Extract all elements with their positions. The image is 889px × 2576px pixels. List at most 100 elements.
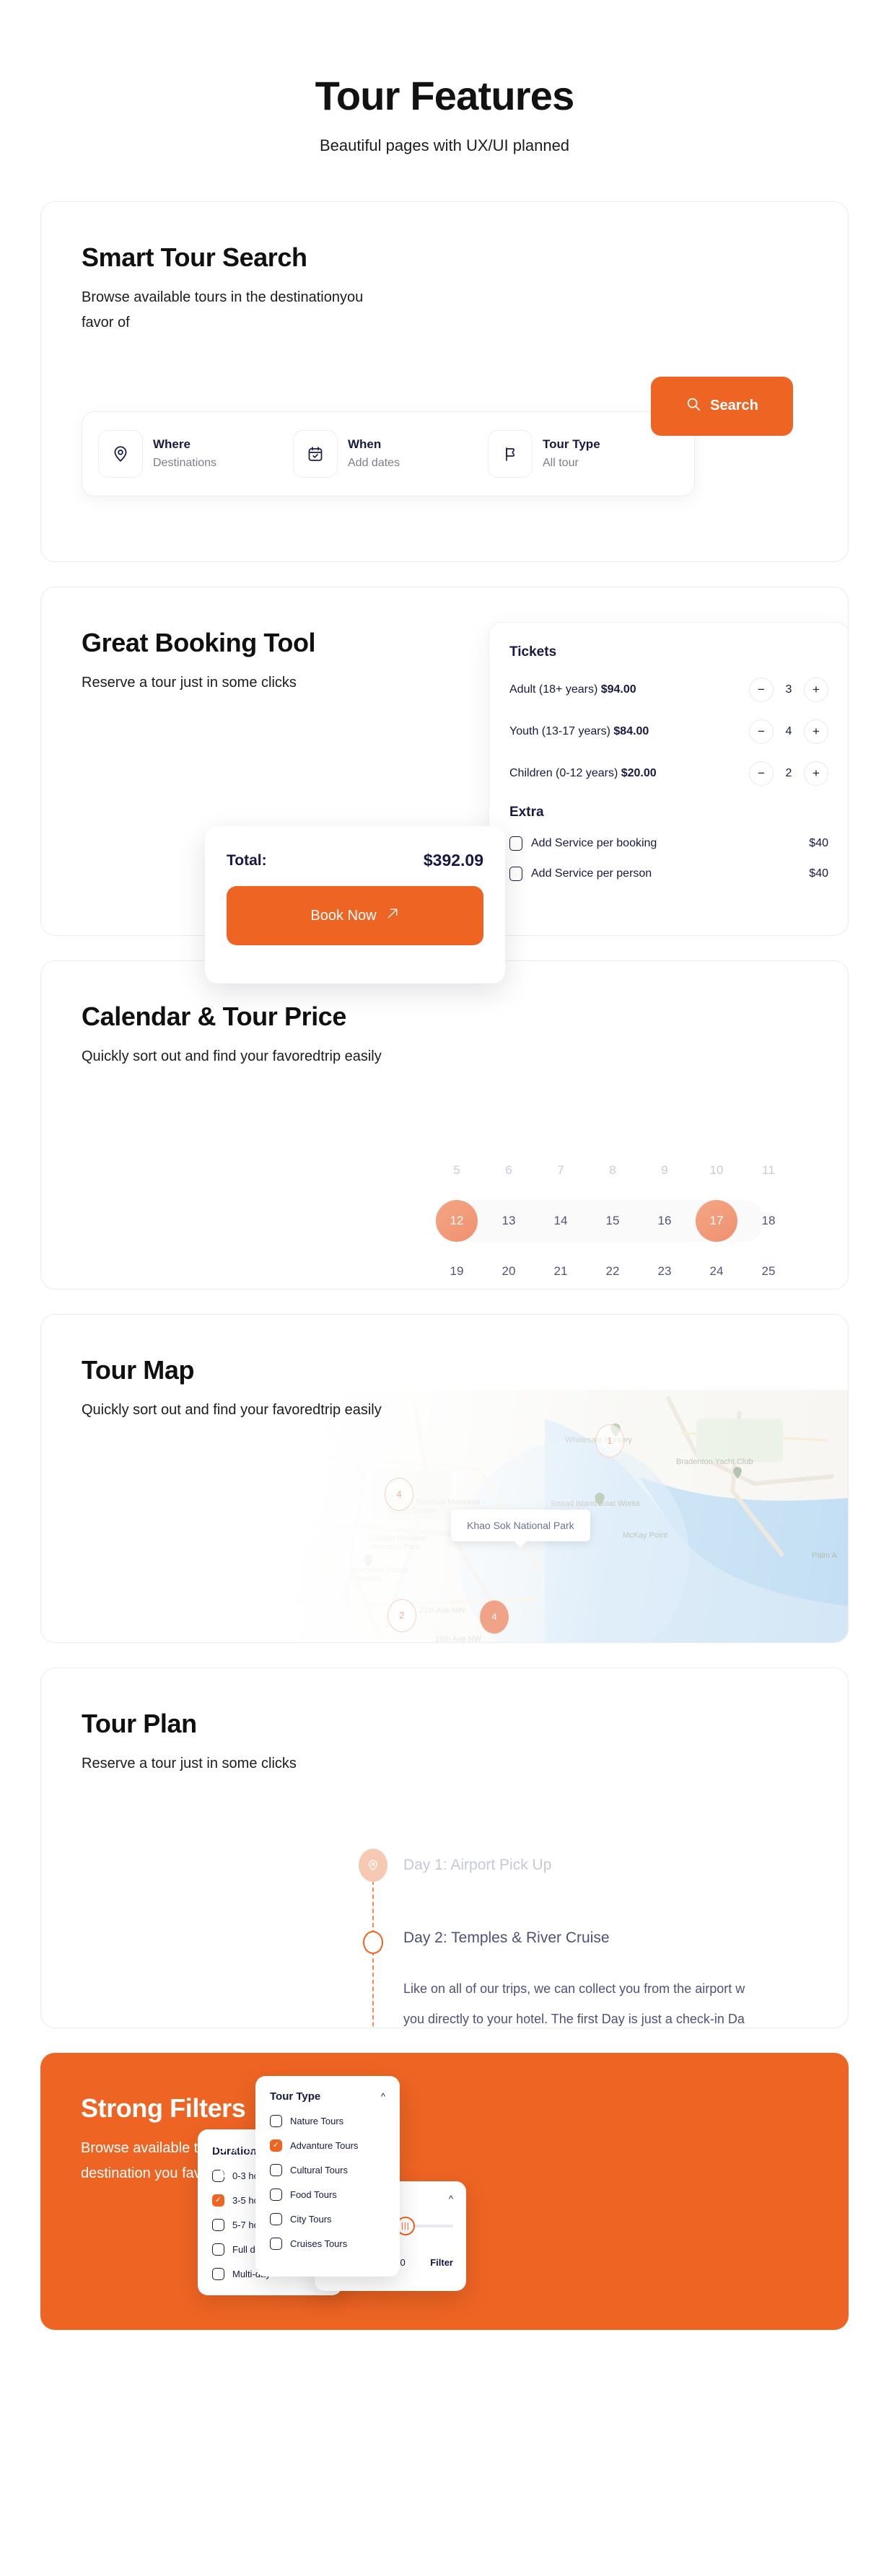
calendar-icon: [293, 429, 338, 478]
calendar-row-selected: 12 13 14 15 16 17 18: [431, 1196, 794, 1246]
calendar-day-start[interactable]: 12: [431, 1196, 483, 1246]
card-title: Tour Plan: [82, 1708, 197, 1738]
checkbox-icon[interactable]: [509, 866, 522, 881]
book-now-button[interactable]: Book Now: [227, 886, 483, 945]
map-marker[interactable]: 4: [385, 1477, 413, 1511]
ticket-name: Children (0-12 years): [509, 766, 621, 779]
ticket-stepper: − 4 +: [749, 719, 828, 744]
calendar-day[interactable]: 6: [483, 1145, 535, 1196]
timeline-item-day2[interactable]: Day 2: Temples & River Cruise Like on al…: [359, 1927, 848, 2028]
page-title: Tour Features: [315, 73, 575, 118]
total-row: Total: $392.09: [227, 851, 483, 870]
calendar-day[interactable]: 18: [743, 1196, 794, 1246]
calendar-day[interactable]: 7: [535, 1145, 587, 1196]
ticket-row: Youth (13-17 years) $84.00 − 4 +: [509, 719, 828, 744]
chevron-up-icon[interactable]: ^: [381, 2092, 385, 2101]
extra-price: $40: [809, 867, 828, 880]
decrement-button[interactable]: −: [749, 719, 774, 744]
calendar-day[interactable]: 21: [535, 1246, 587, 1289]
checkbox-icon[interactable]: [270, 2212, 282, 2225]
timeline-item-day1[interactable]: Day 1: Airport Pick Up: [359, 1848, 848, 1882]
filter-button[interactable]: Filter: [430, 2257, 453, 2268]
card-title: Smart Tour Search: [82, 242, 307, 272]
tour-type-option[interactable]: Nature Tours: [270, 2114, 385, 2127]
tour-type-filter-panel: Tour Type ^ Nature Tours ✓ Advanture Tour…: [255, 2075, 400, 2277]
tour-type-option[interactable]: ✓ Advanture Tours: [270, 2139, 385, 2152]
ticket-label: Youth (13-17 years) $84.00: [509, 725, 649, 738]
location-pin-icon: [359, 1848, 387, 1882]
timeline-body-line1: Like on all of our trips, we can collect…: [403, 1981, 745, 1996]
calendar-day[interactable]: 16: [639, 1196, 691, 1246]
card-text-block: Strong Filters Browse available tours in…: [40, 2053, 849, 2186]
tour-type-option-label: City Tours: [290, 2213, 332, 2225]
calendar-day[interactable]: 20: [483, 1246, 535, 1289]
map-canvas[interactable]: Wholesale Nursery Bradenton Yacht Club S…: [235, 1389, 848, 1642]
map-tooltip: Khao Sok National Park: [451, 1509, 590, 1548]
tour-type-option[interactable]: Cultural Tours: [270, 2163, 385, 2176]
calendar-row: 5 6 7 8 9 10 11: [431, 1145, 794, 1196]
card-description: Reserve a tour just in some clicks: [82, 1756, 297, 1772]
calendar-strip: 5 6 7 8 9 10 11 12 13 14 15 16 17 18 19 …: [431, 1145, 794, 1289]
tour-type-option[interactable]: Cruises Tours: [270, 2237, 385, 2250]
calendar-day[interactable]: 9: [639, 1145, 691, 1196]
checkbox-icon[interactable]: [509, 836, 522, 851]
calendar-day[interactable]: 25: [743, 1246, 794, 1289]
extra-row: Add Service per person $40: [509, 866, 828, 881]
tour-type-option-label: Food Tours: [290, 2189, 337, 2200]
calendar-day-end[interactable]: 17: [691, 1196, 743, 1246]
extra-label: Add Service per booking: [531, 836, 657, 849]
increment-button[interactable]: +: [804, 719, 828, 744]
search-field-when[interactable]: When Add dates: [293, 429, 483, 478]
card-description: Reserve a tour just in some clicks: [82, 675, 297, 691]
book-now-label: Book Now: [310, 907, 377, 924]
tour-type-option[interactable]: Food Tours: [270, 2188, 385, 2201]
checkbox-icon[interactable]: [212, 2218, 224, 2231]
checkbox-icon[interactable]: [270, 2163, 282, 2176]
search-field-value: Destinations: [153, 456, 217, 469]
calendar-day[interactable]: 14: [535, 1196, 587, 1246]
chevron-up-icon[interactable]: ^: [449, 2194, 453, 2204]
tour-type-option-label: Advanture Tours: [290, 2139, 359, 2151]
calendar-day[interactable]: 10: [691, 1145, 743, 1196]
total-label: Total:: [227, 851, 267, 869]
ticket-price: $20.00: [621, 766, 657, 779]
calendar-day[interactable]: 15: [587, 1196, 639, 1246]
location-pin-icon: [98, 429, 143, 478]
map-marker[interactable]: 1: [595, 1424, 624, 1458]
search-icon: [686, 396, 701, 416]
checkbox-icon[interactable]: [212, 2243, 224, 2256]
calendar-day[interactable]: 19: [431, 1246, 483, 1289]
calendar-day[interactable]: 8: [587, 1145, 639, 1196]
extra-label: Add Service per person: [531, 867, 652, 880]
checkbox-icon[interactable]: [270, 2188, 282, 2201]
checkbox-checked-icon[interactable]: ✓: [212, 2194, 224, 2207]
calendar-day[interactable]: 13: [483, 1196, 535, 1246]
map-marker[interactable]: 2: [387, 1598, 416, 1632]
checkbox-icon[interactable]: [270, 2114, 282, 2127]
tour-type-panel-header: Tour Type ^: [270, 2090, 385, 2103]
extra-row: Add Service per booking $40: [509, 836, 828, 851]
search-field-where[interactable]: Where Destinations: [98, 429, 289, 478]
increment-button[interactable]: +: [804, 761, 828, 786]
calendar-day[interactable]: 23: [639, 1246, 691, 1289]
ticket-stepper: − 2 +: [749, 761, 828, 786]
calendar-day[interactable]: 22: [587, 1246, 639, 1289]
card-tour-map: Tour Map Quickly sort out and find your …: [40, 1313, 849, 1643]
search-button[interactable]: Search: [651, 376, 793, 436]
calendar-day[interactable]: 11: [743, 1145, 794, 1196]
search-bar: Where Destinations When Add dates Tour T…: [82, 411, 695, 496]
checkbox-icon[interactable]: [270, 2237, 282, 2250]
checkbox-checked-icon[interactable]: ✓: [270, 2139, 282, 2152]
card-strong-filters: Strong Filters Browse available tours in…: [40, 2052, 849, 2330]
extra-section-title: Extra: [509, 804, 544, 820]
tour-type-option[interactable]: City Tours: [270, 2212, 385, 2225]
search-field-tour-type[interactable]: Tour Type All tour: [488, 429, 678, 478]
search-button-label: Search: [710, 398, 758, 414]
calendar-day[interactable]: 24: [691, 1246, 743, 1289]
calendar-day[interactable]: 5: [431, 1145, 483, 1196]
map-marker-label: 1: [607, 1435, 613, 1447]
checkbox-icon[interactable]: [212, 2267, 224, 2280]
search-field-value: All tour: [543, 456, 579, 469]
decrement-button[interactable]: −: [749, 761, 774, 786]
map-marker-active[interactable]: 4: [480, 1600, 509, 1634]
